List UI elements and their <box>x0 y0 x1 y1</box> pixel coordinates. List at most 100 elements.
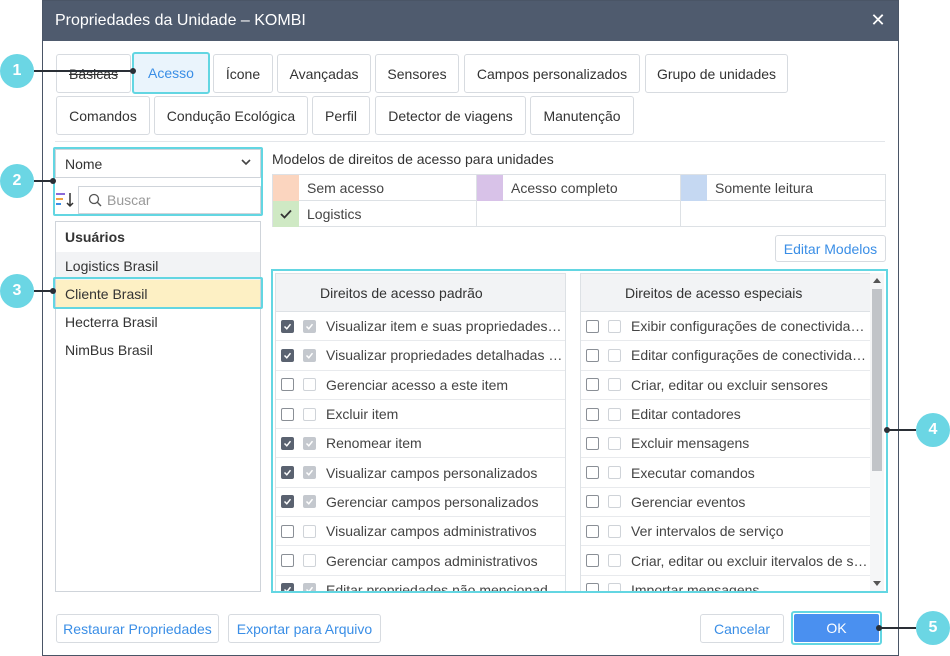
tab-icone[interactable]: Ícone <box>213 54 273 93</box>
edit-models-button[interactable]: Editar Modelos <box>775 235 886 262</box>
restore-properties-button[interactable]: Restaurar Propriedades <box>56 614 219 643</box>
right-checkbox[interactable] <box>281 319 294 333</box>
right-checkbox[interactable] <box>281 407 294 421</box>
access-rights-panel: Direitos de acesso padrão Visualizar ite… <box>271 269 888 593</box>
search-icon <box>88 193 102 207</box>
model-checkbox <box>608 319 621 333</box>
model-checkbox <box>303 466 316 480</box>
right-checkbox[interactable] <box>586 554 599 568</box>
right-label: Editar contadores <box>631 406 741 423</box>
search-input[interactable]: Buscar <box>78 186 261 214</box>
right-row[interactable]: Editar configurações de conectividade… <box>581 341 871 371</box>
right-checkbox[interactable] <box>281 466 294 480</box>
sort-order-icon[interactable] <box>55 190 75 210</box>
right-checkbox[interactable] <box>281 524 294 538</box>
right-checkbox[interactable] <box>586 466 599 480</box>
right-row[interactable]: Gerenciar campos administrativos <box>276 546 565 576</box>
tab-acesso[interactable]: Acesso <box>132 52 210 94</box>
right-checkbox[interactable] <box>281 583 294 591</box>
model-checkbox <box>303 319 316 333</box>
right-row[interactable]: Executar comandos <box>581 458 871 488</box>
model-checkbox <box>608 436 621 450</box>
right-checkbox[interactable] <box>281 495 294 509</box>
right-row[interactable]: Criar, editar ou excluir sensores <box>581 371 871 400</box>
right-row[interactable]: Visualizar campos administrativos <box>276 517 565 547</box>
model-checkbox <box>303 524 316 538</box>
tab-basicas[interactable]: Básicas <box>56 54 131 93</box>
right-checkbox[interactable] <box>586 524 599 538</box>
model-checkbox <box>608 348 621 362</box>
right-checkbox[interactable] <box>586 495 599 509</box>
cancel-button[interactable]: Cancelar <box>700 614 784 643</box>
right-label: Executar comandos <box>631 464 755 481</box>
list-item-user[interactable]: Logistics Brasil <box>56 252 260 280</box>
sort-select[interactable]: Nome <box>55 149 261 178</box>
tab-detector-de-viagens[interactable]: Detector de viagens <box>375 96 526 135</box>
model-swatch <box>273 201 299 227</box>
right-row[interactable]: Visualizar item e suas propriedades b… <box>276 312 565 342</box>
right-label: Gerenciar campos personalizados <box>326 493 539 510</box>
user-list-header: Usuários <box>65 229 125 245</box>
rights-scrollbar[interactable] <box>870 273 884 591</box>
right-row[interactable]: Editar propriedades não mencionada… <box>276 576 565 591</box>
right-row[interactable]: Gerenciar campos personalizados <box>276 488 565 518</box>
scroll-down-icon[interactable] <box>873 581 881 586</box>
tab-perfil[interactable]: Perfil <box>312 96 370 135</box>
right-row[interactable]: Renomear item <box>276 429 565 459</box>
tab-manutencao[interactable]: Manutenção <box>530 96 634 135</box>
model-swatch <box>273 174 299 201</box>
right-checkbox[interactable] <box>586 436 599 450</box>
right-row[interactable]: Ver intervalos de serviço <box>581 517 871 547</box>
divider <box>55 141 885 142</box>
scroll-thumb[interactable] <box>872 289 882 471</box>
right-row[interactable]: Gerenciar acesso a este item <box>276 371 565 400</box>
tab-grupo-de-unidades[interactable]: Grupo de unidades <box>645 54 788 93</box>
right-row[interactable]: Visualizar campos personalizados <box>276 458 565 488</box>
tab-comandos[interactable]: Comandos <box>56 96 150 135</box>
model-swatch <box>477 174 503 201</box>
right-row[interactable]: Excluir item <box>276 400 565 430</box>
right-row[interactable]: Visualizar propriedades detalhadas d… <box>276 341 565 371</box>
model-checkbox <box>303 495 316 509</box>
right-checkbox[interactable] <box>586 378 599 392</box>
model-checkbox <box>303 407 316 421</box>
model-swatch <box>681 174 707 201</box>
right-row[interactable]: Gerenciar eventos <box>581 488 871 518</box>
right-row[interactable]: Importar mensagens <box>581 576 871 591</box>
list-item-user[interactable]: Hecterra Brasil <box>56 308 260 336</box>
model-somente-leitura[interactable]: Somente leitura <box>681 174 885 201</box>
right-checkbox[interactable] <box>281 436 294 450</box>
model-acesso-completo[interactable]: Acesso completo <box>477 174 681 201</box>
tab-sensores[interactable]: Sensores <box>375 54 459 93</box>
right-row[interactable]: Exibir configurações de conectividade… <box>581 312 871 342</box>
model-checkbox <box>608 495 621 509</box>
right-row[interactable]: Criar, editar ou excluir itervalos de se… <box>581 546 871 576</box>
right-checkbox[interactable] <box>586 407 599 421</box>
right-row[interactable]: Editar contadores <box>581 400 871 430</box>
right-row[interactable]: Excluir mensagens <box>581 429 871 459</box>
scroll-up-icon[interactable] <box>873 278 881 283</box>
list-item-user[interactable]: NimBus Brasil <box>56 336 260 364</box>
ok-button[interactable]: OK <box>794 614 879 642</box>
right-checkbox[interactable] <box>586 348 599 362</box>
standard-rights-header: Direitos de acesso padrão <box>276 274 565 312</box>
tab-campos-personalizados[interactable]: Campos personalizados <box>464 54 640 93</box>
model-logistics[interactable]: Logistics <box>273 201 477 227</box>
right-checkbox[interactable] <box>586 319 599 333</box>
right-label: Visualizar campos administrativos <box>326 523 537 540</box>
right-label: Gerenciar eventos <box>631 493 746 510</box>
access-models-table: Sem acesso Acesso completo Somente leitu… <box>272 174 886 227</box>
tab-avancadas[interactable]: Avançadas <box>277 54 371 93</box>
close-icon[interactable]: ✕ <box>868 10 888 30</box>
model-checkbox <box>303 554 316 568</box>
right-checkbox[interactable] <box>586 583 599 591</box>
right-checkbox[interactable] <box>281 554 294 568</box>
right-checkbox[interactable] <box>281 378 294 392</box>
callout-1-line <box>34 70 133 72</box>
export-to-file-button[interactable]: Exportar para Arquivo <box>228 614 381 643</box>
model-sem-acesso[interactable]: Sem acesso <box>273 174 477 201</box>
tab-conducao-ecologica[interactable]: Condução Ecológica <box>154 96 308 135</box>
right-label: Visualizar item e suas propriedades b… <box>326 318 565 335</box>
callout-1-dot <box>130 68 136 74</box>
right-checkbox[interactable] <box>281 348 294 362</box>
